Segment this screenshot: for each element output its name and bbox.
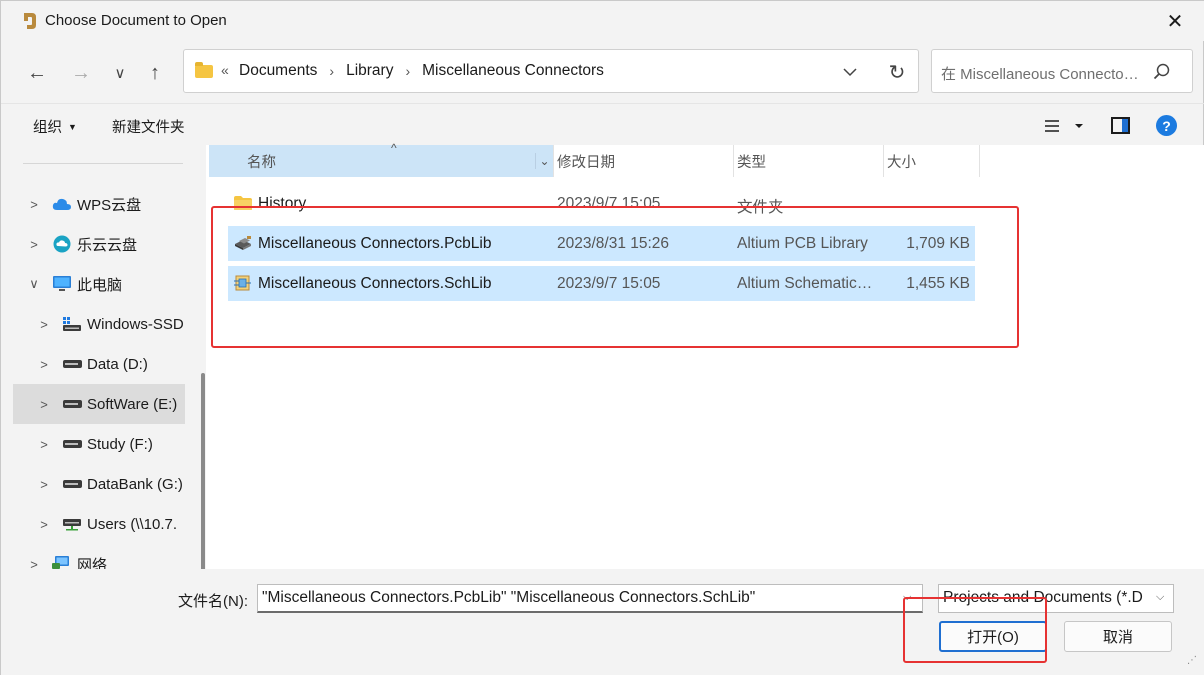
network-drive-icon <box>61 515 83 533</box>
preview-pane-icon[interactable] <box>1111 117 1130 134</box>
up-button[interactable]: ↑ <box>139 59 171 87</box>
close-icon: ✕ <box>1166 10 1184 33</box>
sidebar-item-study-f[interactable]: > Study (F:) <box>13 424 185 464</box>
sort-ascending-icon: ^ <box>391 141 397 155</box>
drive-icon <box>61 395 83 413</box>
chevron-right-icon[interactable]: › <box>405 63 410 79</box>
sidebar-item-label: 网络 <box>77 556 108 570</box>
breadcrumb-library[interactable]: Library <box>346 62 393 80</box>
arrow-up-icon: ↑ <box>150 61 160 84</box>
sidebar-item-label: Study (F:) <box>87 435 153 453</box>
title-bar: Choose Document to Open ✕ <box>1 1 1204 41</box>
sidebar-item-databank-g[interactable]: > DataBank (G:) <box>13 464 185 504</box>
recent-locations-button[interactable]: ∨ <box>104 59 136 87</box>
filename-label: 文件名(N): <box>178 593 248 610</box>
chevron-right-icon[interactable]: > <box>25 557 43 570</box>
chevron-right-icon[interactable]: > <box>35 397 53 412</box>
column-header-label: 类型 <box>737 154 766 171</box>
new-folder-button[interactable]: 新建文件夹 <box>112 116 185 137</box>
chevron-down-icon: ∨ <box>114 65 126 82</box>
sidebar-item-leyun-cloud[interactable]: > 乐云云盘 <box>13 224 185 264</box>
organize-label: 组织 <box>33 120 62 136</box>
sidebar-item-label: 此电脑 <box>77 276 123 294</box>
column-header-label: 大小 <box>887 154 916 171</box>
sidebar-item-software-e[interactable]: > SoftWare (E:) <box>13 384 185 424</box>
column-header-name[interactable]: ^ 名称 ⌄ <box>209 141 554 177</box>
column-filter-dropdown[interactable]: ⌄ <box>535 153 553 169</box>
refresh-button[interactable]: ↻ <box>884 59 910 85</box>
search-input[interactable]: 在 Miscellaneous Connectors 中搜索 <box>931 49 1193 93</box>
computer-icon <box>51 275 73 293</box>
back-button[interactable]: ← <box>21 59 53 87</box>
system-drive-icon <box>61 315 83 333</box>
folder-icon <box>195 62 213 78</box>
arrow-right-icon: → <box>71 61 91 84</box>
sidebar-item-label: Data (D:) <box>87 355 148 373</box>
drive-icon <box>61 475 83 493</box>
chevron-right-icon[interactable]: > <box>35 437 53 452</box>
breadcrumb: Documents › Library › Miscellaneous Conn… <box>239 62 604 80</box>
chevron-right-icon[interactable]: › <box>329 63 334 79</box>
search-icon[interactable] <box>1152 62 1172 82</box>
drive-icon <box>61 435 83 453</box>
address-bar[interactable]: « Documents › Library › Miscellaneous Co… <box>183 49 919 93</box>
chevron-down-icon[interactable]: ⌵ <box>1156 591 1164 604</box>
altium-app-icon <box>24 13 36 29</box>
refresh-icon: ↻ <box>888 61 906 84</box>
chevron-right-icon[interactable]: > <box>25 197 43 212</box>
close-button[interactable]: ✕ <box>1153 5 1197 37</box>
sidebar-item-this-pc[interactable]: ∨ 此电脑 <box>13 264 185 304</box>
drive-icon <box>61 355 83 373</box>
column-header-label: 修改日期 <box>557 154 615 171</box>
help-icon[interactable]: ? <box>1156 115 1177 136</box>
sidebar-item-label: WPS云盘 <box>77 196 142 214</box>
breadcrumb-current-folder[interactable]: Miscellaneous Connectors <box>422 62 604 80</box>
column-header-date[interactable]: 修改日期 <box>554 145 734 177</box>
column-header-label: 名称 <box>247 154 276 171</box>
sidebar-item-users-network[interactable]: > Users (\\10.7. <box>13 504 185 544</box>
resize-grip-icon[interactable]: ⋰ <box>1187 655 1201 669</box>
sidebar-item-label: Users (\\10.7. <box>87 515 178 533</box>
command-bar: 组织 ▼ 新建文件夹 ? <box>1 103 1204 145</box>
network-icon <box>51 555 73 569</box>
sidebar-item-network[interactable]: > 网络 <box>13 544 185 569</box>
chevron-down-icon[interactable]: ∨ <box>25 276 43 292</box>
sidebar-item-windows-ssd[interactable]: > Windows-SSD <box>13 304 185 344</box>
cloud-sync-icon <box>51 235 73 253</box>
breadcrumb-documents[interactable]: Documents <box>239 62 317 80</box>
chevron-right-icon[interactable]: > <box>25 237 43 252</box>
chevron-down-icon <box>843 68 857 77</box>
sidebar-item-label: Windows-SSD <box>87 315 184 333</box>
sidebar-item-data-d[interactable]: > Data (D:) <box>13 344 185 384</box>
highlight-annotation-open <box>903 597 1047 663</box>
sidebar-item-label: 乐云云盘 <box>77 236 138 254</box>
breadcrumb-overflow-icon[interactable]: « <box>221 62 229 78</box>
sidebar-scrollbar[interactable] <box>201 373 205 569</box>
chevron-right-icon[interactable]: > <box>35 357 53 372</box>
column-header-type[interactable]: 类型 <box>734 145 884 177</box>
organize-menu[interactable]: 组织 ▼ <box>33 116 77 137</box>
chevron-right-icon[interactable]: > <box>35 317 53 332</box>
arrow-left-icon: ← <box>27 61 47 84</box>
sidebar-item-label: DataBank (G:) <box>87 475 183 493</box>
forward-button[interactable]: → <box>65 59 97 87</box>
sidebar-item-wps-cloud[interactable]: > WPS云盘 <box>13 184 185 224</box>
navigation-bar: ← → ∨ ↑ « Documents › Library › Miscella… <box>1 41 1204 103</box>
highlight-annotation-files <box>211 206 1019 348</box>
sidebar-item-label: SoftWare (E:) <box>87 395 178 413</box>
chevron-right-icon[interactable]: > <box>35 517 53 532</box>
chevron-right-icon[interactable]: > <box>35 477 53 492</box>
cloud-icon <box>51 195 73 213</box>
caret-down-icon: ▼ <box>68 122 77 132</box>
column-header-size[interactable]: 大小 <box>884 145 980 177</box>
navigation-pane: > WPS云盘 > 乐云云盘 ∨ 此电脑 > Windows-SSD > Dat… <box>11 145 205 569</box>
cancel-button[interactable]: 取消 <box>1064 621 1172 652</box>
window-title: Choose Document to Open <box>45 12 227 29</box>
sidebar-divider <box>23 163 183 164</box>
open-file-dialog: Choose Document to Open ✕ ← → ∨ ↑ « Docu… <box>0 0 1204 675</box>
search-placeholder: 在 Miscellaneous Connectors 中搜索 <box>941 66 1141 83</box>
address-history-button[interactable] <box>838 60 862 84</box>
filename-field[interactable]: "Miscellaneous Connectors.PcbLib" "Misce… <box>257 584 923 613</box>
view-options-icon[interactable] <box>1043 116 1087 136</box>
